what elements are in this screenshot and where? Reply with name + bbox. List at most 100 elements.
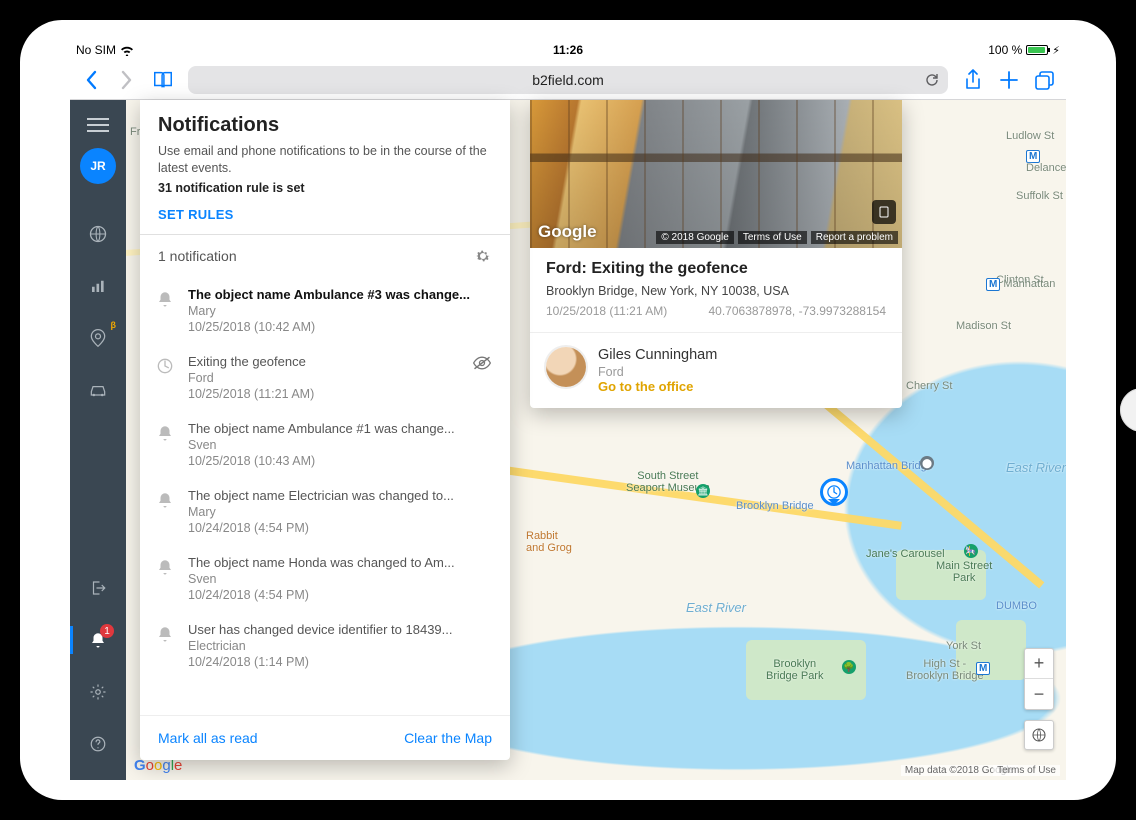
ipad-frame: No SIM 11:26 100 % ⚡︎ b2field.com	[20, 20, 1116, 800]
sv-copyright: © 2018 Google	[656, 231, 733, 244]
person-company: Ford	[598, 365, 717, 379]
metro-stop: M Manhattan	[986, 278, 1055, 290]
person-avatar	[546, 347, 586, 387]
geofence-icon	[154, 354, 176, 401]
notif-time: 10/25/2018 (10:43 AM)	[188, 454, 492, 468]
map-label: East River	[686, 600, 746, 615]
safari-toolbar: b2field.com	[70, 60, 1066, 100]
reports-icon[interactable]	[86, 274, 110, 298]
event-time: 10/25/2018 (11:21 AM)	[546, 304, 667, 318]
map-label: Cherry St	[906, 380, 952, 392]
wifi-icon	[120, 45, 134, 56]
zoom-control: + −	[1024, 648, 1054, 710]
bookmarks-button[interactable]	[152, 69, 174, 91]
map-label: High St - Brooklyn Bridge	[906, 658, 984, 682]
status-bar: No SIM 11:26 100 % ⚡︎	[70, 40, 1066, 60]
map-label: DUMBO	[996, 600, 1037, 612]
globe-icon[interactable]	[86, 222, 110, 246]
notif-time: 10/25/2018 (10:42 AM)	[188, 320, 492, 334]
map-label: York St	[946, 640, 981, 652]
notif-title: The object name Ambulance #1 was change.…	[188, 421, 492, 436]
notification-item[interactable]: The object name Honda was changed to Am.…	[140, 545, 510, 612]
notif-subtitle: Electrician	[188, 639, 492, 653]
poi-icon[interactable]: ⬤	[920, 456, 934, 470]
map-terms[interactable]: Terms of Use	[993, 765, 1060, 776]
tabs-button[interactable]	[1034, 69, 1056, 91]
notif-time: 10/24/2018 (1:14 PM)	[188, 655, 492, 669]
map-label: Madison St	[956, 320, 1011, 332]
notif-title: The object name Electrician was changed …	[188, 488, 492, 503]
share-button[interactable]	[962, 69, 984, 91]
new-tab-button[interactable]	[998, 69, 1020, 91]
zoom-in-button[interactable]: +	[1025, 649, 1053, 679]
panel-subtitle: Use email and phone notifications to be …	[158, 143, 492, 177]
map-label: Ludlow St	[1006, 130, 1054, 142]
poi-icon[interactable]: 🏛	[696, 484, 710, 498]
mark-all-read-link[interactable]: Mark all as read	[158, 730, 258, 746]
compass-icon[interactable]	[872, 200, 896, 224]
person-action-link[interactable]: Go to the office	[598, 379, 717, 394]
home-button[interactable]	[1120, 388, 1136, 432]
bell-icon	[154, 555, 176, 602]
bell-icon	[154, 421, 176, 468]
map-label: Suffolk St	[1016, 190, 1063, 202]
streetview-image[interactable]: Google © 2018 Google Terms of Use Report…	[530, 100, 902, 248]
help-icon[interactable]	[86, 732, 110, 756]
user-avatar[interactable]: JR	[80, 148, 116, 184]
map-label: Jane's Carousel	[866, 548, 945, 560]
map-label: East River	[1006, 460, 1066, 475]
streetview-logo: Google	[538, 222, 597, 242]
forward-button[interactable]	[116, 69, 138, 91]
bell-icon	[154, 622, 176, 669]
notification-item[interactable]: The object name Ambulance #3 was change.…	[140, 277, 510, 344]
notif-time: 10/24/2018 (4:54 PM)	[188, 588, 492, 602]
clear-map-link[interactable]: Clear the Map	[404, 730, 492, 746]
zoom-out-button[interactable]: −	[1025, 679, 1053, 709]
map-label: Rabbit and Grog	[526, 530, 572, 554]
map-layer-button[interactable]	[1024, 720, 1054, 750]
notification-item[interactable]: User has changed device identifier to 18…	[140, 612, 510, 679]
map-label: Main Street Park	[936, 560, 992, 584]
hide-icon[interactable]	[472, 354, 492, 401]
poi-icon[interactable]: 🎠	[964, 544, 978, 558]
event-address: Brooklyn Bridge, New York, NY 10038, USA	[546, 284, 886, 298]
notif-subtitle: Mary	[188, 304, 492, 318]
notif-title: User has changed device identifier to 18…	[188, 622, 492, 637]
notification-item[interactable]: The object name Ambulance #1 was change.…	[140, 411, 510, 478]
notif-badge: 1	[100, 624, 114, 638]
menu-icon[interactable]	[87, 114, 109, 130]
app-sidebar: JR β 1	[70, 100, 126, 780]
metro-stop: M	[976, 662, 990, 674]
settings-icon[interactable]	[86, 680, 110, 704]
notifications-icon[interactable]: 1	[86, 628, 110, 652]
time-icon[interactable]: β	[86, 326, 110, 350]
sim-label: No SIM	[76, 43, 116, 57]
panel-title: Notifications	[158, 114, 492, 137]
notifications-panel: Notifications Use email and phone notifi…	[140, 100, 510, 760]
bell-icon	[154, 287, 176, 334]
gear-icon[interactable]	[474, 247, 492, 265]
notification-item[interactable]: The object name Electrician was changed …	[140, 478, 510, 545]
back-button[interactable]	[80, 69, 102, 91]
address-bar[interactable]: b2field.com	[188, 66, 948, 94]
metro-stop: M Delancey	[1026, 150, 1066, 174]
notification-list[interactable]: The object name Ambulance #3 was change.…	[140, 277, 510, 715]
notif-time: 10/25/2018 (11:21 AM)	[188, 387, 460, 401]
poi-icon[interactable]: 🌳	[842, 660, 856, 674]
vehicle-icon[interactable]	[86, 378, 110, 402]
notif-title: The object name Ambulance #3 was change.…	[188, 287, 492, 302]
set-rules-link[interactable]: SET RULES	[158, 207, 492, 222]
charging-icon: ⚡︎	[1052, 44, 1060, 57]
notif-subtitle: Sven	[188, 572, 492, 586]
vehicle-marker[interactable]	[820, 478, 848, 506]
sv-report[interactable]: Report a problem	[811, 231, 898, 244]
reload-icon[interactable]	[924, 72, 940, 88]
sv-terms[interactable]: Terms of Use	[738, 231, 807, 244]
logout-icon[interactable]	[86, 576, 110, 600]
person-row[interactable]: Giles Cunningham Ford Go to the office	[530, 332, 902, 408]
battery-pct: 100 %	[988, 43, 1022, 57]
screen: No SIM 11:26 100 % ⚡︎ b2field.com	[70, 40, 1066, 780]
map-label: Brooklyn Bridge	[736, 500, 814, 512]
notification-item[interactable]: Exiting the geofenceFord10/25/2018 (11:2…	[140, 344, 510, 411]
event-title: Ford: Exiting the geofence	[546, 260, 886, 278]
